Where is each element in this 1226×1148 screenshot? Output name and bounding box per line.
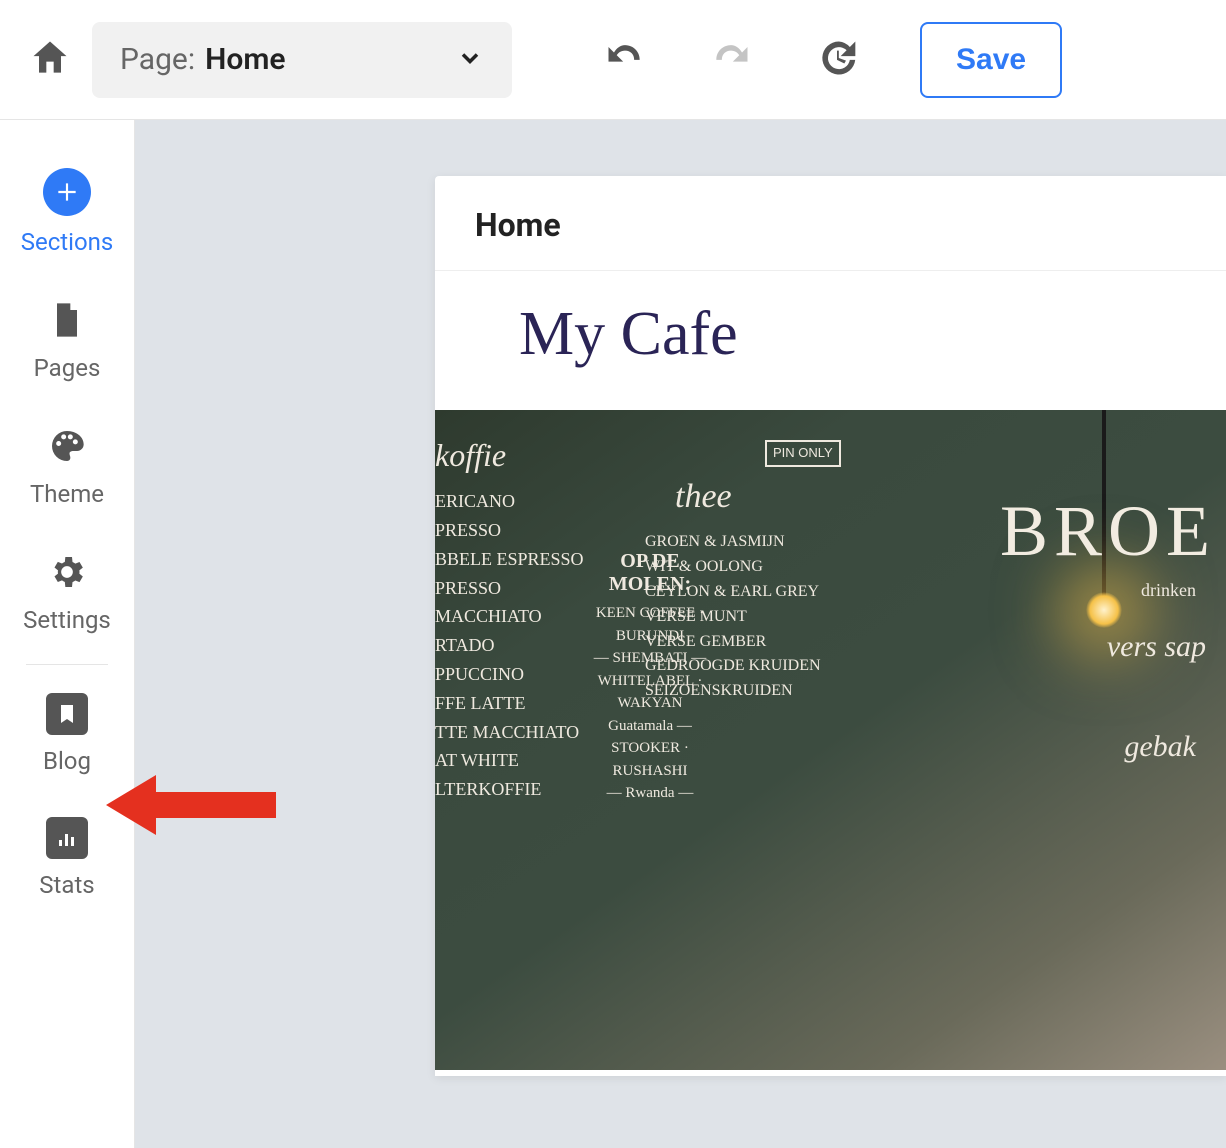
hero-right-heading: vers sap: [1107, 630, 1206, 664]
page-preview[interactable]: Home My Cafe BROE koffie ERICANOPRESSOBB…: [435, 176, 1226, 1076]
save-button[interactable]: Save: [920, 22, 1062, 98]
undo-icon: [603, 36, 647, 84]
breadcrumb: Home: [435, 176, 1226, 271]
sidebar-divider: [26, 664, 108, 665]
page-selector[interactable]: Page: Home: [92, 22, 512, 98]
redo-icon: [709, 36, 753, 84]
history-icon: [815, 36, 859, 84]
sidebar-item-label: Blog: [43, 747, 91, 775]
bulb-decor: [1086, 592, 1122, 628]
home-button[interactable]: [28, 36, 72, 84]
sidebar-item-sections[interactable]: Sections: [0, 150, 134, 280]
sidebar-item-label: Theme: [30, 480, 104, 508]
sidebar-item-label: Sections: [21, 228, 114, 256]
toolbar: Page: Home Save: [0, 0, 1226, 120]
site-title[interactable]: My Cafe: [435, 271, 1226, 410]
redo-button[interactable]: [706, 35, 756, 85]
sidebar-item-pages[interactable]: Pages: [0, 280, 134, 406]
hero-right-sub: drinken: [1141, 580, 1196, 601]
sidebar-item-label: Settings: [23, 606, 111, 634]
chevron-down-icon: [456, 44, 484, 76]
page-icon: [45, 298, 89, 342]
undo-button[interactable]: [600, 35, 650, 85]
hero-image[interactable]: BROE koffie ERICANOPRESSOBBELE ESPRESSOP…: [435, 410, 1226, 1070]
sidebar-item-label: Pages: [34, 354, 101, 382]
home-icon: [28, 65, 72, 84]
gear-icon: [45, 550, 89, 594]
hero-menu-left: koffie ERICANOPRESSOBBELE ESPRESSOPRESSO…: [435, 430, 605, 804]
bookmark-icon: [46, 693, 88, 735]
editor-canvas[interactable]: Home My Cafe BROE koffie ERICANOPRESSOBB…: [135, 120, 1226, 1148]
history-button[interactable]: [812, 35, 862, 85]
sidebar-item-stats[interactable]: Stats: [0, 799, 134, 923]
page-selector-label: Page:: [120, 42, 195, 77]
bar-chart-icon: [46, 817, 88, 859]
palette-icon: [45, 424, 89, 468]
hero-menu-thee: PIN ONLY thee GROEN & JASMIJNWIT & OOLON…: [645, 470, 905, 704]
sidebar-item-label: Stats: [39, 871, 94, 899]
hero-gebak-heading: gebak: [1124, 730, 1196, 764]
hero-brand: BROE: [1000, 490, 1216, 573]
sidebar-item-blog[interactable]: Blog: [0, 675, 134, 799]
sidebar-item-theme[interactable]: Theme: [0, 406, 134, 532]
plus-icon: [43, 168, 91, 216]
page-selector-value: Home: [205, 42, 456, 77]
sidebar: Sections Pages Theme Settings Blog Stats: [0, 120, 135, 1148]
sidebar-item-settings[interactable]: Settings: [0, 532, 134, 658]
